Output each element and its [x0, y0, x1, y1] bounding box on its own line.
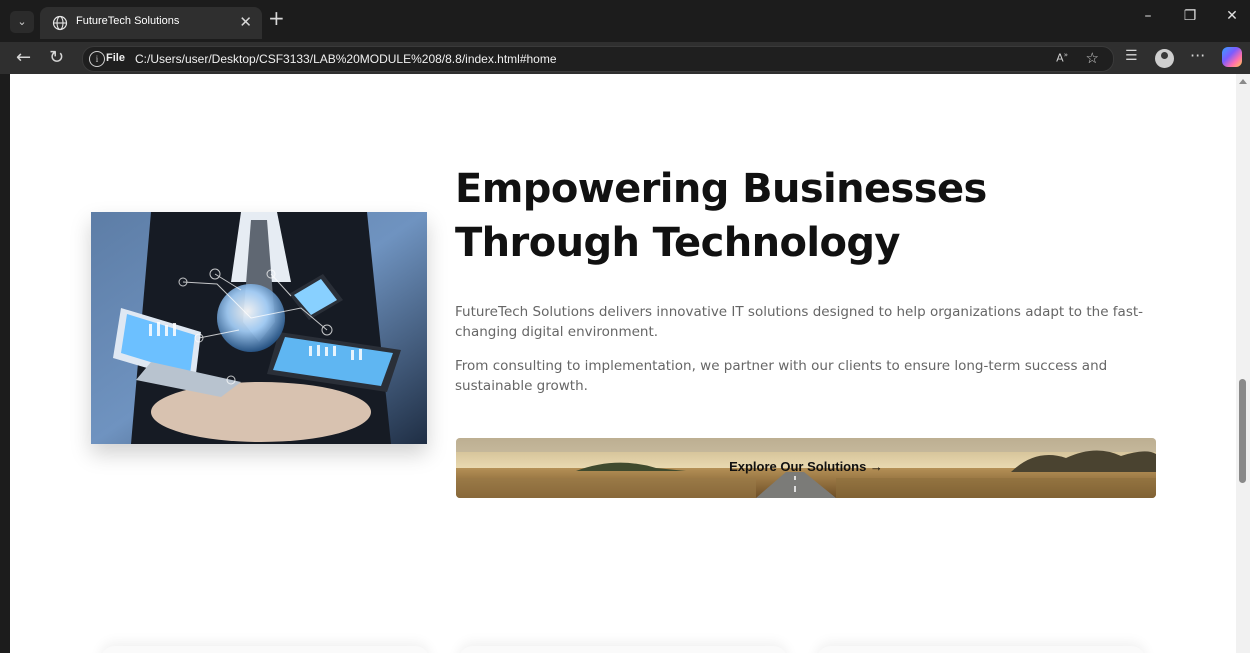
hero-paragraph-2: From consulting to implementation, we pa…	[455, 358, 1108, 394]
hero-image	[91, 212, 427, 444]
close-icon[interactable]: ✕	[1217, 8, 1247, 24]
collections-icon[interactable]: ☰	[1125, 48, 1138, 64]
tab-title: FutureTech Solutions	[76, 15, 180, 27]
scroll-up-icon[interactable]	[1239, 79, 1247, 84]
hero-title: Empowering Businesses Through Technology	[455, 166, 987, 266]
browser-toolbar: ← ↻ i File C:/Users/user/Desktop/CSF3133…	[0, 42, 1250, 74]
cta-label[interactable]: Explore Our Solutions →	[456, 459, 1156, 474]
explore-solutions-button[interactable]: Explore Our Solutions →	[456, 438, 1156, 498]
tab-close-icon[interactable]: ✕	[239, 13, 252, 31]
feature-card	[100, 646, 430, 653]
browser-title-bar: ⌄ FutureTech Solutions ✕ + – ❐ ✕	[0, 0, 1250, 42]
more-icon[interactable]: ···	[1190, 46, 1205, 65]
browser-tab[interactable]: FutureTech Solutions ✕	[40, 7, 262, 39]
window-edge	[0, 74, 10, 653]
feature-card	[458, 646, 788, 653]
feature-card	[816, 646, 1146, 653]
hero-paragraph-1: FutureTech Solutions delivers innovative…	[455, 304, 1144, 340]
back-icon[interactable]: ←	[16, 47, 31, 68]
profile-icon[interactable]	[1155, 49, 1174, 68]
page-scrollbar[interactable]	[1236, 74, 1250, 653]
info-icon[interactable]: i	[89, 51, 105, 67]
address-prefix: File	[106, 52, 125, 64]
globe-icon	[52, 15, 68, 31]
restore-icon[interactable]: ❐	[1175, 8, 1205, 24]
read-aloud-icon[interactable]: A»	[1056, 51, 1068, 65]
tab-list-icon[interactable]: ⌄	[10, 11, 34, 33]
favorite-star-icon[interactable]: ☆	[1086, 49, 1099, 67]
minimize-icon[interactable]: –	[1133, 8, 1163, 24]
scrollbar-thumb[interactable]	[1239, 379, 1246, 483]
address-url[interactable]: C:/Users/user/Desktop/CSF3133/LAB%20MODU…	[135, 52, 557, 66]
new-tab-button[interactable]: +	[268, 6, 285, 30]
refresh-icon[interactable]: ↻	[49, 47, 64, 68]
copilot-icon[interactable]	[1222, 47, 1242, 67]
page-viewport: Empowering Businesses Through Technology…	[10, 74, 1236, 653]
address-bar[interactable]: i File C:/Users/user/Desktop/CSF3133/LAB…	[82, 46, 1114, 72]
